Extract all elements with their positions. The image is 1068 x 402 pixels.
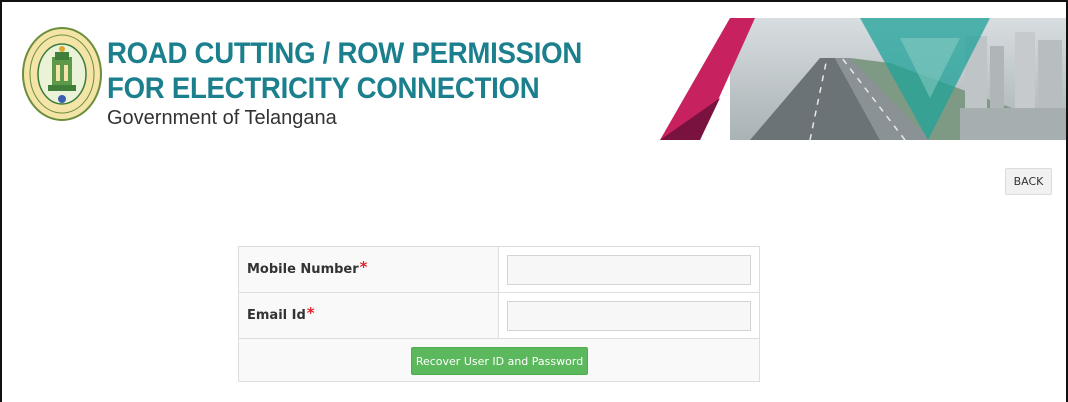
- email-id-label-text: Email Id: [247, 308, 306, 323]
- page-subtitle: Government of Telangana: [107, 107, 337, 129]
- email-id-cell: [499, 293, 759, 338]
- mobile-number-input[interactable]: [507, 255, 751, 285]
- page-title-line-1: ROAD CUTTING / ROW PERMISSION: [107, 37, 583, 70]
- mobile-number-row: Mobile Number *: [239, 247, 759, 293]
- email-id-label: Email Id *: [239, 293, 499, 338]
- recover-user-id-password-button[interactable]: Recover User ID and Password: [411, 347, 588, 375]
- email-id-row: Email Id *: [239, 293, 759, 339]
- mobile-number-label: Mobile Number *: [239, 247, 499, 292]
- email-id-input[interactable]: [507, 301, 751, 331]
- page-title-line-2: FOR ELECTRICITY CONNECTION: [107, 72, 540, 105]
- highway-city-banner-image: [660, 18, 1066, 140]
- required-marker: *: [359, 257, 368, 276]
- recover-credentials-form: Mobile Number * Email Id * Recover User ID…: [238, 246, 760, 382]
- form-action-row: Recover User ID and Password: [239, 339, 759, 381]
- telangana-emblem-icon: [22, 27, 102, 121]
- mobile-number-label-text: Mobile Number: [247, 262, 359, 277]
- back-button[interactable]: BACK: [1005, 168, 1052, 195]
- required-marker: *: [306, 303, 315, 322]
- mobile-number-cell: [499, 247, 759, 292]
